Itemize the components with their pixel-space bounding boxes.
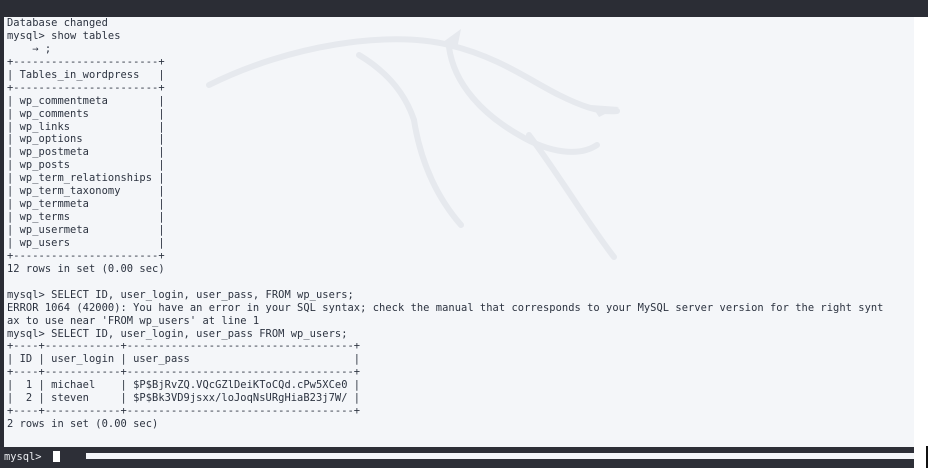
terminal-line: → ; <box>7 42 52 55</box>
text-cursor <box>53 451 60 462</box>
terminal-line: | wp_termmeta | <box>7 198 165 211</box>
terminal-line: +-----------------------+ <box>7 55 165 68</box>
terminal-line: +----+------------+---------------------… <box>7 405 361 418</box>
terminal-line: ax to use near 'FROM wp_users' at line 1 <box>7 314 260 327</box>
terminal-line: | 1 | michael | $P$BjRvZQ.VQcGZlDeiKToCQ… <box>7 379 361 392</box>
title-bar <box>0 0 928 17</box>
terminal-line: mysql> SELECT ID, user_login, user_pass,… <box>7 288 354 301</box>
terminal-line: ERROR 1064 (42000): You have an error in… <box>7 301 884 314</box>
terminal-line: +-----------------------+ <box>7 81 165 94</box>
terminal-window: Database changed mysql> show tables → ; +-… <box>0 0 928 468</box>
terminal-line: mysql> show tables <box>7 29 121 42</box>
terminal-line: +-----------------------+ <box>7 249 165 262</box>
terminal-line: | wp_terms | <box>7 211 165 224</box>
terminal-lines: Database changed mysql> show tables → ; +-… <box>7 17 884 431</box>
terminal-line: | ID | user_login | user_pass | <box>7 353 361 366</box>
terminal-line: | wp_usermeta | <box>7 224 165 236</box>
terminal-line: | wp_links | <box>7 120 165 133</box>
scrollbar-track[interactable] <box>914 17 928 468</box>
terminal-line: | wp_commentmeta | <box>7 94 165 107</box>
terminal-line: | 2 | steven | $P$Bk3VD9jsxx/loJoqNsURgH… <box>7 392 361 405</box>
terminal-line: | wp_postmeta | <box>7 146 165 159</box>
terminal-line: +----+------------+---------------------… <box>7 366 361 379</box>
terminal-line: Database changed <box>7 17 108 29</box>
terminal-line: | wp_comments | <box>7 107 165 120</box>
terminal-line: | wp_posts | <box>7 159 165 172</box>
terminal-line: | wp_term_taxonomy | <box>7 185 165 198</box>
terminal-line: mysql> SELECT ID, user_login, user_pass … <box>7 327 348 340</box>
command-input[interactable] <box>86 453 914 459</box>
terminal-output[interactable]: Database changed mysql> show tables → ; +-… <box>4 17 914 447</box>
mysql-prompt: mysql> <box>4 451 48 463</box>
terminal-line: | Tables_in_wordpress | <box>7 68 165 81</box>
terminal-line: 2 rows in set (0.00 sec) <box>7 418 159 431</box>
terminal-line: | wp_users | <box>7 236 165 249</box>
terminal-line: | wp_options | <box>7 133 165 146</box>
terminal-line: +----+------------+---------------------… <box>7 340 361 353</box>
terminal-line: | wp_term_relationships | <box>7 172 165 185</box>
terminal-line: 12 rows in set (0.00 sec) <box>7 262 165 275</box>
